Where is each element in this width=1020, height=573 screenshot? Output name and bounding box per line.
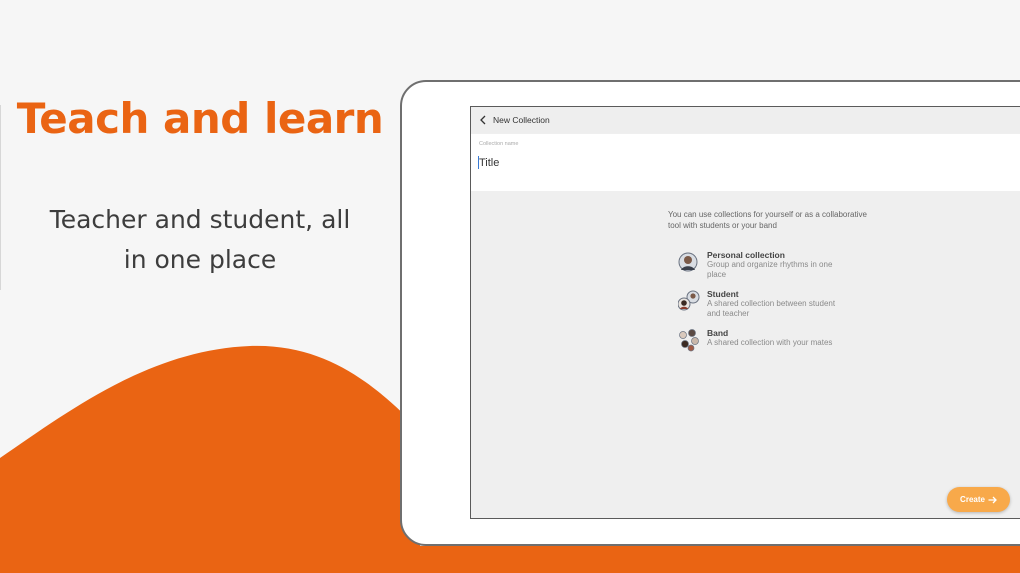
option-student[interactable]: Student A shared collection between stud… [677, 289, 878, 319]
chevron-left-icon[interactable] [473, 110, 493, 130]
option-personal-collection[interactable]: Personal collection Group and organize r… [678, 250, 878, 280]
two-avatars-icon [677, 289, 700, 315]
option-title: Personal collection [707, 250, 785, 260]
group-avatars-icon [678, 328, 699, 354]
single-avatar-icon [678, 250, 698, 276]
option-description: Group and organize rhythms in one place [707, 260, 833, 279]
intro-text: You can use collections for yourself or … [668, 210, 867, 230]
topbar-title: New Collection [493, 115, 550, 125]
text-cursor [478, 156, 479, 169]
option-band[interactable]: Band A shared collection with your mates [678, 328, 878, 354]
create-button-label: Create [960, 495, 985, 504]
app-topbar: New Collection [471, 107, 1020, 133]
promo-headline: Teach and learn [16, 94, 384, 143]
create-button[interactable]: Create [947, 487, 1010, 512]
arrow-right-icon [988, 496, 997, 503]
collection-name-label: Collection name [479, 141, 519, 147]
bottom-orange-band [0, 546, 1020, 573]
option-description: A shared collection between student and … [707, 299, 836, 318]
promo-subline: Teacher and student, all in one place [49, 205, 351, 274]
collection-name-section: Collection name [471, 134, 1020, 191]
option-title: Student [707, 289, 739, 299]
option-title: Band [707, 328, 729, 338]
collection-name-input[interactable] [477, 154, 781, 172]
option-description: A shared collection with your mates [707, 338, 833, 347]
app-screen: New Collection Collection name You can u… [470, 106, 1020, 519]
collection-type-options: Personal collection Group and organize r… [677, 250, 878, 363]
